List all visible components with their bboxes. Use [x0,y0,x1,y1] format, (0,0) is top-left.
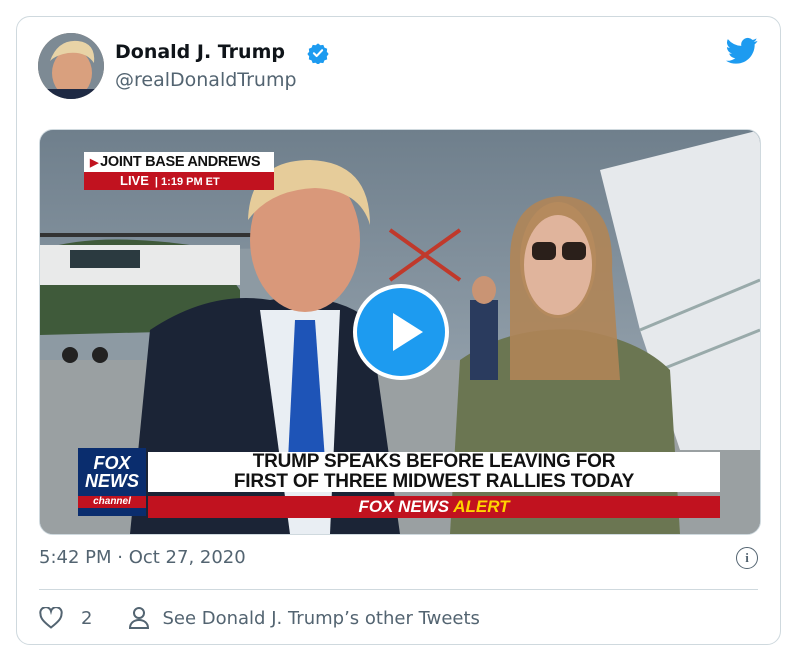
headline-line2: FIRST OF THREE MIDWEST RALLIES TODAY [233,471,635,492]
location-text: JOINT BASE ANDREWS [100,154,261,170]
live-label: LIVE [120,173,149,188]
person-icon [129,607,150,629]
author-name[interactable]: Donald J. Trump [115,41,285,63]
alert-brand: FOX NEWS [358,497,450,516]
twitter-bird-icon[interactable] [726,37,758,65]
other-tweets-link[interactable]: See Donald J. Trump’s other Tweets [128,606,480,630]
logo-line3: channel [78,496,146,508]
live-time: 1:19 PM ET [161,176,220,188]
headline-line1: TRUMP SPEAKS BEFORE LEAVING FOR [252,451,616,472]
other-tweets-label: See Donald J. Trump’s other Tweets [162,607,480,629]
heart-icon [39,607,63,629]
video-player[interactable]: ▶ JOINT BASE ANDREWS LIVE | 1:19 PM ET FOX… [39,129,761,535]
like-button[interactable]: 2 [39,607,92,629]
avatar[interactable] [38,33,104,99]
info-icon[interactable]: i [736,547,758,569]
play-button[interactable] [353,284,449,380]
fox-news-alert-bar: FOX NEWS ALERT [148,496,720,518]
fox-news-logo: FOX NEWS channel [78,448,146,516]
divider [39,589,758,590]
alert-word: ALERT [453,497,510,516]
logo-line1: FOX [93,453,131,473]
like-count: 2 [81,607,93,629]
tweet-card[interactable]: Donald J. Trump @realDonaldTrump ▶ JOINT… [16,16,781,645]
verified-badge-icon [307,43,329,64]
tweet-actions: 2 See Donald J. Trump’s other Tweets [39,603,480,633]
tweet-timestamp[interactable]: 5:42 PM · Oct 27, 2020 [39,547,246,568]
author-handle[interactable]: @realDonaldTrump [115,69,297,91]
chyron-headline: TRUMP SPEAKS BEFORE LEAVING FOR FIRST OF… [148,452,720,492]
location-banner: ▶ JOINT BASE ANDREWS LIVE | 1:19 PM ET [84,152,274,190]
logo-line2: NEWS [85,471,139,491]
